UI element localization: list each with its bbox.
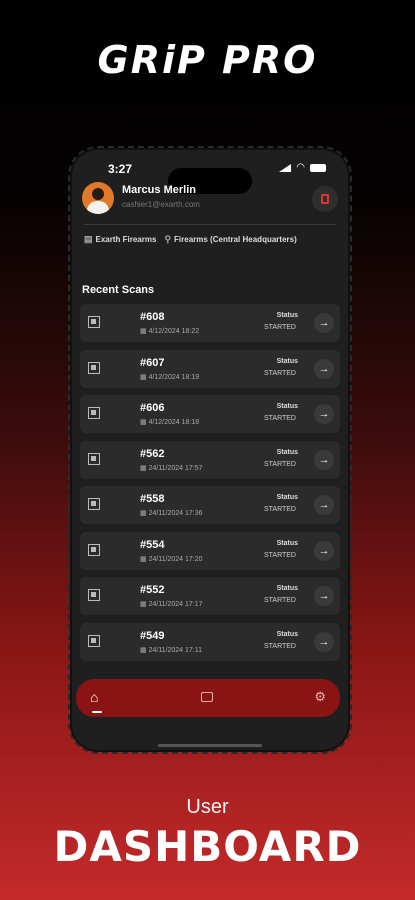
arrow-right-icon[interactable]: → — [314, 586, 334, 606]
building-icon: ▤ — [84, 234, 93, 244]
phone-mockup: 3:27 ◠ Marcus Merlin cashier1@exarth.com… — [68, 146, 352, 754]
arrow-right-icon[interactable]: → — [314, 495, 334, 515]
logout-button[interactable] — [312, 186, 338, 212]
system-icons: ◠ — [279, 162, 326, 173]
qr-icon — [88, 498, 100, 510]
status-label: Status — [276, 448, 298, 456]
logout-icon — [321, 194, 329, 204]
calendar-icon: ▦ — [140, 464, 149, 472]
status-label: Status — [276, 539, 298, 547]
user-email: cashier1@exarth.com — [122, 200, 200, 209]
status-value: STARTED — [263, 597, 296, 604]
scan-date: ▦ 24/11/2024 17:17 — [140, 601, 203, 608]
arrow-right-icon[interactable]: → — [314, 449, 334, 470]
status-label: Status — [276, 585, 298, 592]
scan-id: #554 — [140, 538, 165, 551]
scan-date: ▦ 4/12/2024 18:22 — [140, 328, 200, 335]
scan-row[interactable]: #608 ▦ 4/12/2024 18:22 Status STARTED → — [80, 304, 340, 342]
qr-icon — [88, 407, 100, 419]
scan-row[interactable]: #549 ▦ 24/11/2024 17:11 Status STARTED → — [80, 622, 340, 661]
location-pin-icon: ⚲ — [164, 234, 172, 244]
status-label: Status — [276, 630, 298, 638]
bottom-nav: ⌂ ⚙ — [76, 679, 340, 717]
scan-row[interactable]: #607 ▦ 4/12/2024 18:19 Status STARTED → — [80, 349, 340, 388]
footer-headline: DASHBOARD — [53, 822, 362, 871]
recent-scans-title: Recent Scans — [82, 284, 155, 296]
scan-row[interactable]: #558 ▦ 24/11/2024 17:36 Status STARTED → — [80, 486, 340, 524]
wifi-icon: ◠ — [296, 162, 305, 173]
scan-id: #562 — [140, 447, 165, 460]
calendar-icon: ▦ — [140, 328, 149, 335]
arrow-right-icon[interactable]: → — [314, 313, 334, 333]
signal-icon — [279, 164, 292, 172]
settings-icon[interactable]: ⚙ — [314, 689, 326, 705]
qr-icon — [88, 589, 100, 601]
scan-date: ▦ 24/11/2024 17:11 — [140, 646, 203, 654]
qr-icon — [88, 361, 100, 374]
brand-logo: GRiP PRO — [97, 38, 318, 82]
org-bar: ▤ Exarth Firearms ⚲ Firearms (Central Head… — [84, 234, 336, 245]
calendar-icon: ▦ — [140, 601, 149, 608]
divider — [84, 224, 336, 225]
user-name: Marcus Merlin — [122, 184, 196, 196]
profile-header: Marcus Merlin cashier1@exarth.com — [82, 182, 338, 218]
scan-id: #552 — [140, 584, 165, 596]
scan-date: ▦ 4/12/2024 18:18 — [140, 419, 200, 426]
status-time: 3:27 — [108, 162, 133, 176]
status-value: STARTED — [263, 460, 296, 468]
scan-row[interactable]: #554 ▦ 24/11/2024 17:20 Status STARTED → — [80, 531, 340, 570]
status-value: STARTED — [263, 642, 296, 650]
scan-id: #607 — [140, 356, 165, 369]
status-value: STARTED — [263, 506, 296, 513]
scan-id: #608 — [140, 311, 165, 323]
scan-date: ▦ 24/11/2024 17:20 — [140, 555, 203, 563]
home-indicator — [158, 744, 262, 747]
calendar-icon: ▦ — [140, 510, 149, 517]
qr-icon — [88, 452, 100, 465]
footer-subtitle: User — [186, 796, 229, 818]
qr-icon — [88, 634, 100, 647]
calendar-icon: ▦ — [140, 555, 149, 563]
active-tab-indicator — [92, 711, 102, 713]
scan-id: #606 — [140, 402, 165, 414]
status-label: Status — [276, 357, 298, 365]
scan-icon[interactable] — [201, 692, 213, 702]
scan-id: #549 — [140, 629, 165, 642]
qr-icon — [88, 543, 100, 556]
status-bar: 3:27 ◠ — [72, 162, 348, 194]
scan-id: #558 — [140, 493, 165, 505]
scan-row[interactable]: #606 ▦ 4/12/2024 18:18 Status STARTED → — [80, 395, 340, 433]
calendar-icon: ▦ — [140, 373, 149, 381]
battery-icon — [310, 164, 326, 172]
scan-date: ▦ 24/11/2024 17:36 — [140, 510, 203, 517]
status-value: STARTED — [263, 551, 296, 559]
company-info: ▤ Exarth Firearms — [84, 234, 156, 245]
status-value: STARTED — [263, 415, 296, 422]
status-value: STARTED — [263, 324, 296, 331]
arrow-right-icon[interactable]: → — [314, 404, 334, 424]
scan-date: ▦ 4/12/2024 18:19 — [140, 373, 200, 381]
arrow-right-icon[interactable]: → — [314, 540, 334, 561]
status-label: Status — [276, 312, 298, 319]
company-name: Exarth Firearms — [95, 235, 157, 244]
status-value: STARTED — [263, 369, 296, 377]
status-label: Status — [276, 403, 298, 410]
calendar-icon: ▦ — [140, 419, 149, 426]
calendar-icon: ▦ — [140, 646, 149, 654]
status-label: Status — [276, 494, 298, 501]
location-name: Firearms (Central Headquarters) — [174, 235, 297, 244]
qr-icon — [88, 316, 100, 328]
location-info: ⚲ Firearms (Central Headquarters) — [164, 234, 296, 245]
scan-row[interactable]: #562 ▦ 24/11/2024 17:57 Status STARTED → — [80, 440, 340, 479]
arrow-right-icon[interactable]: → — [314, 358, 334, 379]
scan-list: #608 ▦ 4/12/2024 18:22 Status STARTED → … — [80, 304, 340, 668]
home-icon[interactable]: ⌂ — [90, 689, 98, 705]
arrow-right-icon[interactable]: → — [314, 631, 334, 652]
scan-row[interactable]: #552 ▦ 24/11/2024 17:17 Status STARTED → — [80, 577, 340, 615]
scan-date: ▦ 24/11/2024 17:57 — [140, 464, 203, 472]
avatar[interactable] — [82, 182, 114, 214]
